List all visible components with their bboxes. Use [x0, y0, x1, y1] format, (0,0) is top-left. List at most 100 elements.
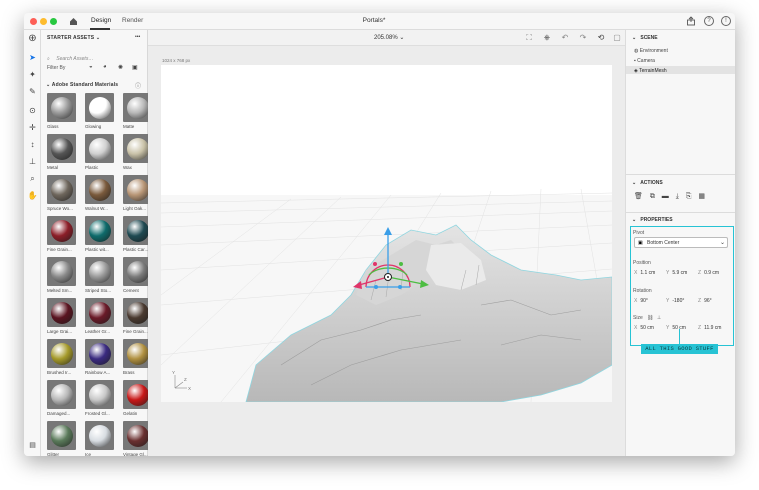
- material-swatch[interactable]: Damaged...: [47, 380, 76, 421]
- position-y-field[interactable]: Y 5.9 cm: [666, 270, 687, 276]
- lock-icon[interactable]: ⊥: [657, 315, 661, 321]
- material-swatch[interactable]: Glass: [47, 93, 76, 134]
- search-field[interactable]: ⌕ Search Assets…: [47, 47, 143, 62]
- move-icon[interactable]: ✛: [27, 122, 38, 133]
- delete-icon[interactable]: 🗑: [634, 193, 643, 200]
- material-swatch[interactable]: Ice: [85, 421, 114, 456]
- material-swatch[interactable]: Leather Gr...: [85, 298, 114, 339]
- paint-icon[interactable]: ✎: [27, 86, 38, 97]
- materials-section-toggle[interactable]: ⌄ Adobe Standard Materials: [46, 82, 118, 88]
- rotation-x-value: 90°: [640, 298, 648, 304]
- layers-toggle-icon[interactable]: ▤: [27, 440, 38, 451]
- minimize-window-button[interactable]: [40, 18, 47, 25]
- title-bar: Design Render Portals* ? !: [24, 13, 735, 30]
- home-icon[interactable]: [69, 17, 78, 26]
- tab-design[interactable]: Design: [91, 17, 111, 24]
- material-swatch[interactable]: Fine Grain...: [47, 216, 76, 257]
- material-swatch[interactable]: Spruce Wo...: [47, 175, 76, 216]
- material-swatch[interactable]: Brushed Ir...: [47, 339, 76, 380]
- group-icon[interactable]: ▬: [662, 193, 669, 200]
- material-swatch[interactable]: Metal: [47, 134, 76, 175]
- scene-section-toggle[interactable]: ⌄ SCENE: [632, 35, 658, 41]
- zoom-level-dropdown[interactable]: 205.08% ⌄: [374, 34, 404, 41]
- position-label: Position: [633, 260, 651, 266]
- zoom-icon[interactable]: ⌕: [27, 173, 38, 184]
- material-swatch[interactable]: Plastic wit...: [85, 216, 114, 257]
- artboard[interactable]: Y X Z: [161, 65, 612, 402]
- material-swatch[interactable]: Melted Sm...: [47, 257, 76, 298]
- bookmark-camera-icon[interactable]: ⟲: [596, 33, 606, 42]
- material-swatch[interactable]: Glitter: [47, 421, 76, 456]
- drop-to-ground-icon[interactable]: ⤓: [676, 193, 679, 200]
- material-sphere: [126, 137, 149, 160]
- material-label: Brushed Ir...: [47, 370, 72, 375]
- material-swatch[interactable]: Rainbow A...: [85, 339, 114, 380]
- scene-item-terrainmesh[interactable]: ◈ TerrainMesh: [634, 68, 667, 74]
- help-icon[interactable]: ?: [704, 16, 714, 26]
- material-swatch[interactable]: Glowing: [85, 93, 114, 134]
- duplicate-icon[interactable]: ⧉: [650, 193, 655, 200]
- tab-render[interactable]: Render: [122, 17, 143, 24]
- scene-item-environment[interactable]: ◍ Environment: [634, 48, 668, 54]
- info-icon[interactable]: ⓘ: [135, 81, 141, 90]
- material-swatch[interactable]: Walnut W...: [85, 175, 114, 216]
- canvas-toolbar: 205.08% ⌄ ⛶ ⎈ ↶ ↷ ⟲ ▢: [148, 30, 625, 46]
- axis-x-label: X: [634, 298, 638, 304]
- material-swatch[interactable]: Plastic: [85, 134, 114, 175]
- pivot-dropdown[interactable]: ▣ Bottom Center ⌄: [634, 237, 728, 248]
- select-icon[interactable]: ➤: [27, 52, 38, 63]
- notifications-icon[interactable]: !: [721, 16, 731, 26]
- assets-dropdown[interactable]: STARTER ASSETS ⌄: [47, 35, 100, 41]
- material-sphere: [126, 301, 149, 324]
- material-preview: [85, 339, 114, 368]
- material-swatch[interactable]: Large Grai...: [47, 298, 76, 339]
- frame-icon[interactable]: ⛶: [524, 33, 534, 43]
- height-icon[interactable]: ↕: [27, 139, 38, 150]
- material-swatch[interactable]: Striped Sto...: [85, 257, 114, 298]
- package-icon[interactable]: ▦: [698, 193, 705, 200]
- scene-item-label: Camera: [637, 58, 655, 64]
- more-options-icon[interactable]: •••: [135, 34, 140, 40]
- zoom-window-button[interactable]: [50, 18, 57, 25]
- filter-models-icon[interactable]: ◒: [89, 64, 93, 70]
- filter-materials-icon[interactable]: ◕: [103, 64, 107, 70]
- add-icon[interactable]: ⊕: [27, 33, 38, 44]
- position-x-field[interactable]: X 1.1 cm: [634, 270, 655, 276]
- rotation-x-field[interactable]: X 90°: [634, 298, 648, 304]
- rotation-z-field[interactable]: Z 96°: [698, 298, 712, 304]
- share-icon[interactable]: [686, 16, 696, 26]
- size-x-field[interactable]: X 50 cm: [634, 325, 654, 331]
- filter-images-icon[interactable]: ▣: [132, 64, 138, 71]
- viewport-scene[interactable]: Y X Z: [161, 65, 612, 402]
- undo-icon[interactable]: ↶: [560, 33, 570, 42]
- material-sphere: [88, 301, 111, 324]
- material-sphere: [88, 342, 111, 365]
- divider: [626, 174, 735, 175]
- export-icon[interactable]: ⎘: [686, 193, 692, 200]
- position-z-field[interactable]: Z 0.9 cm: [698, 270, 719, 276]
- magic-wand-icon[interactable]: ✦: [27, 69, 38, 80]
- filter-lights-icon[interactable]: ✺: [118, 64, 123, 71]
- axis-z-label: Z: [698, 270, 702, 276]
- hand-icon[interactable]: ✋: [27, 190, 38, 201]
- rotation-y-field[interactable]: Y -180°: [666, 298, 684, 304]
- close-window-button[interactable]: [30, 18, 37, 25]
- axis-z-label: Z: [698, 325, 702, 331]
- more-camera-icon[interactable]: ▢: [612, 33, 622, 42]
- position-y-value: 5.9 cm: [672, 270, 688, 276]
- link-icon[interactable]: ⛓: [647, 315, 653, 321]
- search-input[interactable]: Search Assets…: [56, 56, 93, 62]
- size-y-field[interactable]: Y 50 cm: [666, 325, 686, 331]
- material-swatch[interactable]: Frosted Gl...: [85, 380, 114, 421]
- scene-item-camera[interactable]: ▪ Camera: [634, 58, 655, 64]
- properties-section-toggle[interactable]: ⌄ PROPERTIES: [632, 217, 673, 223]
- actions-section-toggle[interactable]: ⌄ ACTIONS: [632, 180, 663, 186]
- size-z-field[interactable]: Z 11.9 cm: [698, 325, 721, 331]
- material-sphere: [126, 219, 149, 242]
- scene-title: SCENE: [640, 35, 658, 41]
- chevron-down-icon: ⌄: [632, 180, 639, 186]
- measure-icon[interactable]: ⊥: [27, 156, 38, 167]
- sample-icon[interactable]: ⊙: [27, 105, 38, 116]
- camera-orbit-icon[interactable]: ⎈: [542, 33, 552, 43]
- redo-icon[interactable]: ↷: [578, 33, 588, 42]
